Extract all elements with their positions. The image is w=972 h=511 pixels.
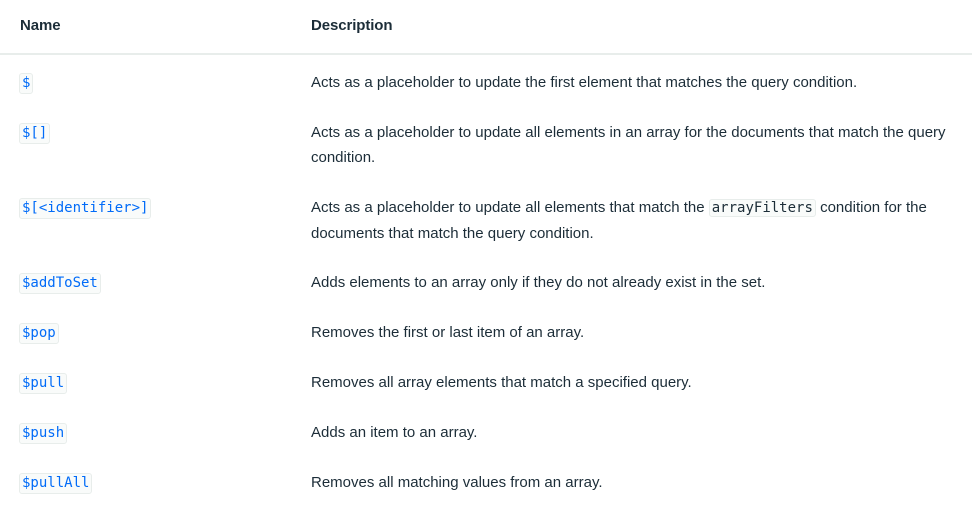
row-description: Adds elements to an array only if they d… — [311, 274, 766, 291]
operators-table: Name Description $ Acts as a placeholder… — [0, 0, 972, 511]
operator-link-push[interactable]: $push — [19, 423, 68, 444]
operator-link-pop[interactable]: $pop — [19, 323, 59, 344]
operator-link-addtoset[interactable]: $addToSet — [19, 273, 101, 294]
operator-link-filtered-positional[interactable]: $[<identifier>] — [19, 198, 152, 219]
row-description: Acts as a placeholder to update all elem… — [311, 198, 961, 246]
table-header: Name Description — [0, 0, 972, 55]
row-description: Adds an item to an array. — [311, 424, 478, 441]
inline-code-arrayfilters: arrayFilters — [708, 199, 816, 217]
operator-link-positional[interactable]: $ — [19, 73, 34, 94]
operator-link-all-positional[interactable]: $[] — [19, 123, 51, 144]
row-description: Removes all array elements that match a … — [311, 374, 692, 391]
column-header-description: Description — [311, 17, 393, 34]
row-description: Removes all matching values from an arra… — [311, 474, 603, 491]
row-description: Removes the first or last item of an arr… — [311, 324, 585, 341]
column-header-name: Name — [20, 17, 61, 34]
operator-link-pullall[interactable]: $pullAll — [19, 473, 93, 494]
description-text: Acts as a placeholder to update all elem… — [311, 199, 705, 216]
row-description: Acts as a placeholder to update all elem… — [311, 124, 946, 166]
row-description: Acts as a placeholder to update the firs… — [311, 74, 858, 91]
operator-link-pull[interactable]: $pull — [19, 373, 68, 394]
